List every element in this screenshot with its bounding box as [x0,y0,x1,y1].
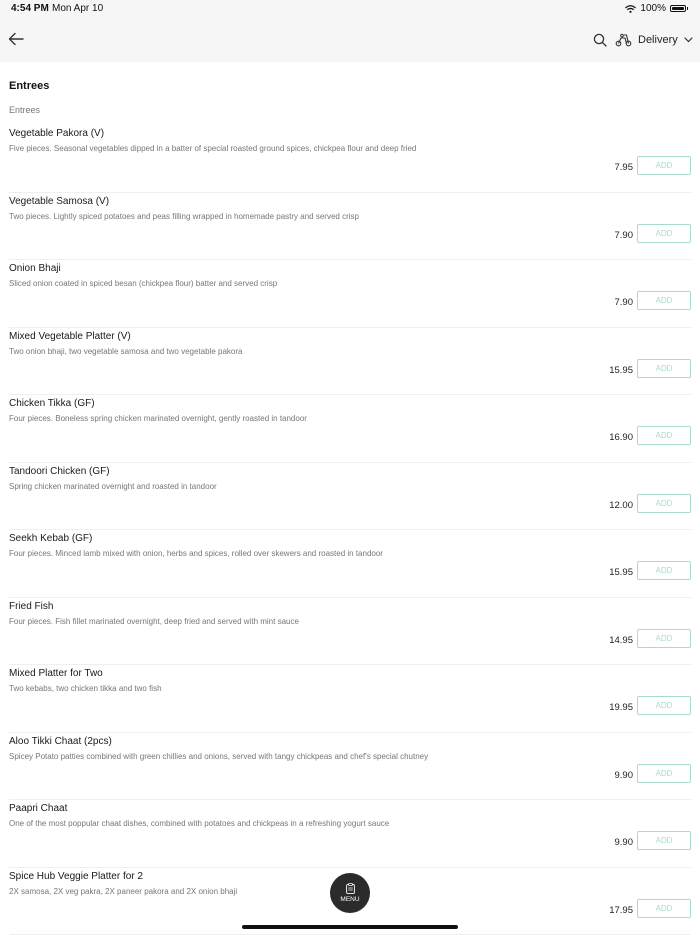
add-button[interactable]: ADD [637,291,691,310]
item-price: 14.95 [609,635,633,646]
add-button[interactable]: ADD [637,831,691,850]
battery-icon [670,5,686,12]
item-name: Mixed Platter for Two [9,668,103,679]
item-price: 17.95 [609,905,633,916]
menu-item[interactable]: Chicken Tikka (GF) Four pieces. Boneless… [9,395,691,463]
item-description: Spicey Potato patties combined with gree… [9,752,428,761]
section-title: Entrees [9,80,49,92]
menu-item[interactable]: Mixed Vegetable Platter (V) Two onion bh… [9,328,691,396]
add-button[interactable]: ADD [637,899,691,918]
menu-item[interactable]: Seekh Kebab (GF) Four pieces. Minced lam… [9,530,691,598]
item-description: 2X samosa, 2X veg pakra, 2X paneer pakor… [9,887,237,896]
add-button[interactable]: ADD [637,359,691,378]
battery-cap-icon [687,7,688,10]
item-description: Spring chicken marinated overnight and r… [9,482,217,491]
menu-fab-label: MENU [340,896,359,903]
add-button[interactable]: ADD [637,764,691,783]
item-price: 15.95 [609,567,633,578]
add-button[interactable]: ADD [637,629,691,648]
menu-item[interactable]: Vegetable Pakora (V) Five pieces. Season… [9,125,691,193]
search-icon [592,32,608,48]
scooter-icon [615,33,632,47]
item-description: Two kebabs, two chicken tikka and two fi… [9,684,162,693]
add-button[interactable]: ADD [637,224,691,243]
item-description: One of the most poppular chaat dishes, c… [9,819,389,828]
item-price: 9.90 [615,837,634,848]
delivery-mode-selector[interactable]: Delivery [615,29,693,51]
add-button[interactable]: ADD [637,494,691,513]
item-price: 7.95 [615,162,634,173]
item-name: Vegetable Pakora (V) [9,128,104,139]
status-date: Mon Apr 10 [52,3,103,14]
battery-percent: 100% [640,3,666,14]
item-price: 7.90 [615,230,634,241]
home-indicator[interactable] [242,925,458,929]
item-price: 7.90 [615,297,634,308]
item-name: Mixed Vegetable Platter (V) [9,331,131,342]
item-description: Four pieces. Fish fillet marinated overn… [9,617,299,626]
item-name: Vegetable Samosa (V) [9,196,109,207]
item-name: Fried Fish [9,601,53,612]
status-indicators: 100% [625,3,688,14]
add-button[interactable]: ADD [637,426,691,445]
item-name: Tandoori Chicken (GF) [9,466,110,477]
add-button[interactable]: ADD [637,156,691,175]
item-name: Aloo Tikki Chaat (2pcs) [9,736,112,747]
back-arrow-icon [6,29,26,49]
menu-item[interactable]: Mixed Platter for Two Two kebabs, two ch… [9,665,691,733]
item-price: 16.90 [609,432,633,443]
delivery-label: Delivery [638,34,678,46]
item-description: Four pieces. Minced lamb mixed with onio… [9,549,383,558]
menu-item[interactable]: Onion Bhaji Sliced onion coated in spice… [9,260,691,328]
back-button[interactable] [6,29,26,49]
item-description: Four pieces. Boneless spring chicken mar… [9,414,307,423]
add-button[interactable]: ADD [637,696,691,715]
item-price: 9.90 [615,770,634,781]
category-label: Entrees [9,105,40,115]
item-description: Five pieces. Seasonal vegetables dipped … [9,144,416,153]
item-description: Two onion bhaji, two vegetable samosa an… [9,347,242,356]
item-description: Sliced onion coated in spiced besan (chi… [9,279,277,288]
menu-item[interactable]: Paapri Chaat One of the most poppular ch… [9,800,691,868]
item-price: 19.95 [609,702,633,713]
item-name: Paapri Chaat [9,803,67,814]
menu-fab-button[interactable]: MENU [330,873,370,913]
item-description: Two pieces. Lightly spiced potatoes and … [9,212,359,221]
menu-item[interactable]: Tandoori Chicken (GF) Spring chicken mar… [9,463,691,531]
search-button[interactable] [592,32,608,48]
nav-bar: Delivery [0,17,700,62]
clipboard-icon [346,883,355,894]
chevron-down-icon [684,37,693,43]
wifi-icon [625,5,636,13]
menu-item-list: Vegetable Pakora (V) Five pieces. Season… [0,125,700,935]
menu-item[interactable]: Aloo Tikki Chaat (2pcs) Spicey Potato pa… [9,733,691,801]
status-time: 4:54 PM [11,3,49,14]
add-button[interactable]: ADD [637,561,691,580]
item-price: 12.00 [609,500,633,511]
item-name: Onion Bhaji [9,263,61,274]
item-name: Chicken Tikka (GF) [9,398,95,409]
menu-item[interactable]: Vegetable Samosa (V) Two pieces. Lightly… [9,193,691,261]
item-name: Seekh Kebab (GF) [9,533,92,544]
status-bar: 4:54 PM Mon Apr 10 100% [0,0,700,17]
item-name: Spice Hub Veggie Platter for 2 [9,871,143,882]
item-price: 15.95 [609,365,633,376]
menu-item[interactable]: Fried Fish Four pieces. Fish fillet mari… [9,598,691,666]
